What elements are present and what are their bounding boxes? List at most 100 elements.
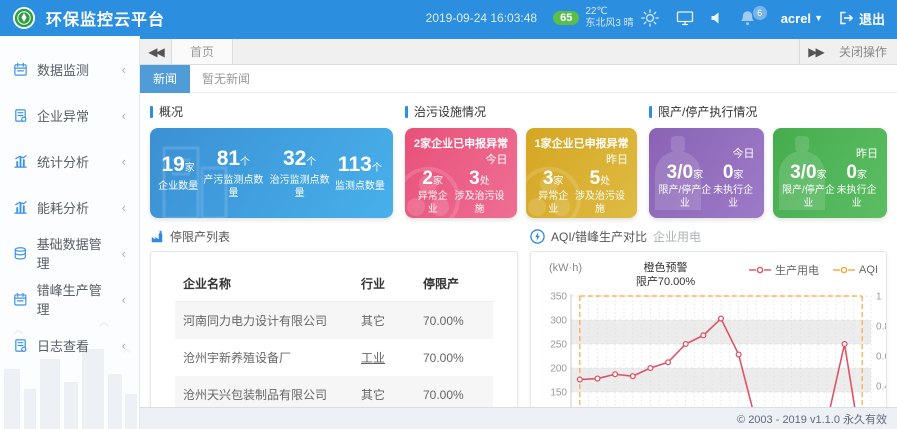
table-row[interactable]: 沧州天兴包装制品有限公司其它70.00%: [175, 376, 493, 407]
svg-text:0.6: 0.6: [876, 351, 887, 362]
card-day-label: 昨日: [535, 151, 629, 167]
chevron-left-icon: ‹: [122, 246, 126, 261]
limit-list-panel: 企业名称 行业 停限产 河南同力电力设计有限公司其它70.00%: [150, 251, 518, 407]
svg-text:150: 150: [550, 387, 567, 398]
svg-text:300: 300: [550, 315, 567, 326]
chevron-left-icon: ‹: [122, 154, 126, 169]
svg-text:1: 1: [876, 291, 882, 302]
sidebar-item-basic-data[interactable]: 基础数据管理 ‹: [0, 230, 139, 276]
production-card-today: 今日 3/0家 限产/停产企业 0家 未执行企业: [649, 128, 764, 218]
svg-text:350: 350: [550, 291, 567, 302]
line-marker-icon: [749, 266, 771, 274]
temperature-value: 22℃: [585, 6, 607, 17]
stat-emission-points: 81个 产污监测点数量: [202, 147, 264, 200]
legend-item-power[interactable]: 生产用电: [749, 262, 819, 278]
chart-annotation: 橙色预警 限产70.00%: [582, 262, 749, 290]
stat-limited-stopped-enterprises: 3/0家 限产/停产企业: [782, 162, 836, 210]
chevron-left-icon: ‹: [122, 292, 126, 307]
bell-icon[interactable]: 6: [740, 10, 755, 26]
sidebar-item-enterprise-anomaly[interactable]: 企业异常 ‹: [0, 92, 139, 138]
user-menu[interactable]: acrel ▼: [781, 11, 823, 26]
svg-text:250: 250: [550, 339, 567, 350]
document-icon: [13, 108, 28, 123]
chevron-left-icon: ‹: [122, 108, 126, 123]
datetime-display: 2019-09-24 16:03:48: [426, 11, 537, 25]
card-headline: 1家企业已申报异常: [535, 135, 629, 151]
svg-text:0.8: 0.8: [876, 321, 887, 332]
svg-text:0.4: 0.4: [876, 381, 887, 392]
table-header-row: 企业名称 行业 停限产: [175, 266, 493, 302]
aqi-chart-header: AQI/错峰生产对比 企业用电: [530, 228, 887, 245]
card-day-label: 今日: [414, 151, 508, 167]
sidebar-item-energy-analysis[interactable]: 能耗分析 ‹: [0, 184, 139, 230]
page-title: 环保监控云平台: [46, 6, 165, 30]
column-industry: 行业: [353, 266, 415, 302]
sidebar-item-data-monitoring[interactable]: 数据监测 ‹: [0, 46, 139, 92]
news-label: 新闻: [140, 65, 190, 93]
sidebar-item-label: 数据监测: [37, 60, 89, 79]
lightning-icon: [530, 229, 545, 244]
limit-list-title: 停限产列表: [170, 228, 230, 245]
sidebar-item-statistics[interactable]: 统计分析 ‹: [0, 138, 139, 184]
copyright-text: © 2003 - 2019 v1.1.0 永久有效: [737, 411, 887, 427]
column-enterprise-name: 企业名称: [175, 266, 353, 302]
logout-icon: [839, 11, 854, 25]
sidebar-item-label: 统计分析: [37, 152, 89, 171]
tab-bar: ◀◀ 首页 ▶▶ 关闭操作: [140, 36, 897, 65]
logout-button[interactable]: 退出: [839, 9, 885, 28]
chevron-left-icon: ‹: [122, 62, 126, 77]
monitor-icon[interactable]: [676, 10, 694, 26]
tab-label: 首页: [190, 43, 214, 60]
facilities-card-yesterday: 1家企业已申报异常 昨日 3家 异常企业 5处 涉及治污设施: [526, 128, 638, 218]
table-row[interactable]: 沧州宇新养殖设备厂工业70.00%: [175, 339, 493, 376]
stat-treatment-points: 32个 治污监测点数量: [269, 147, 331, 200]
legend-item-aqi[interactable]: AQI: [833, 262, 878, 278]
tab-home[interactable]: 首页: [172, 39, 233, 64]
stat-involved-facilities: 3处 涉及治污设施: [451, 168, 507, 216]
y-axis-unit-label: (kW·h): [541, 262, 582, 274]
close-operations-label: 关闭操作: [839, 43, 887, 60]
tab-scroll-left-button[interactable]: ◀◀: [140, 39, 172, 64]
aqi-chart-subtitle: 企业用电: [653, 228, 701, 245]
weather-text: 22℃ 东北风3 晴: [585, 6, 633, 31]
stat-non-executing-enterprises: 0家 未执行企业: [835, 162, 878, 210]
speaker-icon[interactable]: [710, 11, 724, 25]
table-row[interactable]: 河南同力电力设计有限公司其它70.00%: [175, 302, 493, 340]
stat-limited-stopped-enterprises: 3/0家 限产/停产企业: [658, 162, 712, 210]
stat-involved-facilities: 5处 涉及治污设施: [572, 168, 628, 216]
column-limit-rate: 停限产: [415, 266, 493, 302]
chevron-left-icon: ‹: [122, 338, 126, 353]
logout-label: 退出: [859, 9, 885, 28]
stat-enterprise-count: 19家 企业数量: [158, 153, 198, 193]
double-chevron-right-icon: ▶▶: [808, 45, 822, 59]
card-day-label: 今日: [658, 135, 755, 161]
sidebar-item-label: 能耗分析: [37, 198, 89, 217]
footer-bar: © 2003 - 2019 v1.1.0 永久有效: [140, 407, 897, 429]
sun-icon: [640, 8, 660, 28]
sidebar-item-offpeak-production[interactable]: 错峰生产管理 ‹: [0, 276, 139, 322]
news-content: 暂无新闻: [202, 70, 250, 87]
sidebar-item-label: 基础数据管理: [37, 234, 113, 272]
stat-abnormal-enterprises: 2家 异常企业: [414, 168, 451, 216]
sidebar-item-log-view[interactable]: 日志查看 ‹: [0, 322, 139, 368]
calendar-icon: [13, 62, 28, 77]
limit-list-header: 停限产列表: [150, 228, 518, 245]
close-operations-menu[interactable]: 关闭操作: [831, 39, 897, 64]
platform-logo-icon: [12, 6, 36, 30]
wind-weather-value: 东北风3 晴: [585, 18, 633, 29]
aqi-chart-panel: (kW·h) 橙色预警 限产70.00% 生产用电: [530, 251, 887, 407]
card-headline: 2家企业已申报异常: [414, 135, 508, 151]
aqi-chart-title: AQI/错峰生产对比: [551, 228, 647, 245]
double-chevron-left-icon: ◀◀: [148, 45, 162, 59]
overview-card: 19家 企业数量 81个 产污监测点数量 32个 治污监测点数量: [150, 128, 393, 218]
app-window: 环保监控云平台 2019-09-24 16:03:48 65 22℃ 东北风3 …: [0, 0, 897, 429]
line-marker-icon: [833, 266, 855, 274]
aqi-line-chart[interactable]: 35030025020015010010.80.60.40.2: [541, 290, 887, 408]
stat-non-executing-enterprises: 0家 未执行企业: [712, 162, 755, 210]
bar-chart-icon: [13, 200, 28, 215]
factory-icon: [150, 230, 164, 244]
section-title-overview: 概况: [150, 103, 393, 120]
stat-abnormal-enterprises: 3家 异常企业: [535, 168, 572, 216]
chart-legend: 生产用电 AQI: [749, 262, 880, 278]
tab-scroll-right-button[interactable]: ▶▶: [799, 39, 831, 64]
